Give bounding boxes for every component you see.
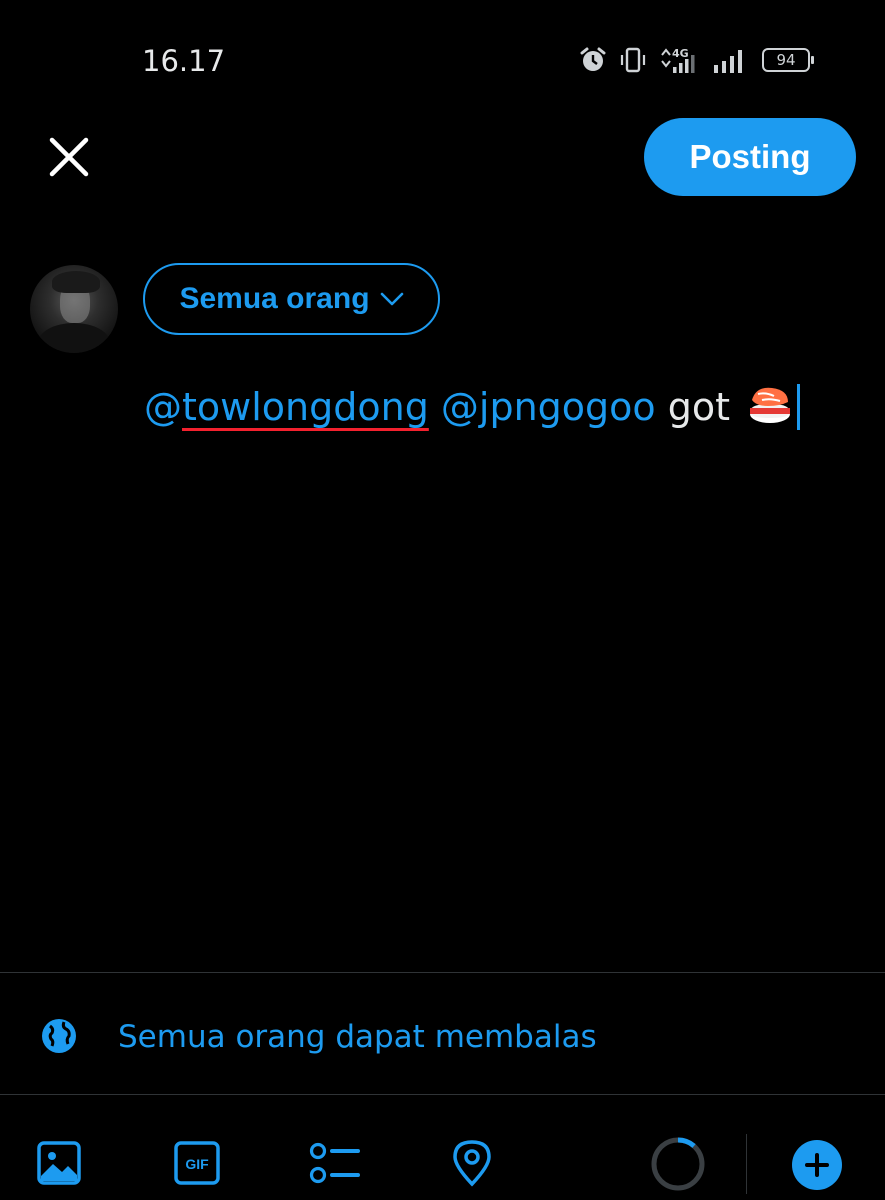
status-bar: 16.17 4G 94 <box>0 0 885 120</box>
progress-ring-icon <box>651 1137 705 1191</box>
sushi-emoji <box>750 387 791 423</box>
image-icon <box>37 1141 81 1185</box>
audience-label: Semua orang <box>179 282 370 315</box>
add-location-button[interactable] <box>450 1138 494 1193</box>
compose-word: got <box>667 385 731 429</box>
gif-label: GIF <box>185 1156 209 1172</box>
mention-towlongdong[interactable]: towlongdong <box>182 385 429 429</box>
signal-4g-icon: 4G <box>661 47 695 73</box>
network-type-label: 4G <box>672 47 689 60</box>
poll-icon <box>309 1142 360 1184</box>
chevron-down-icon <box>380 292 403 306</box>
character-count-ring <box>650 1136 706 1197</box>
avatar[interactable] <box>30 265 118 353</box>
signal-icon <box>714 50 742 73</box>
add-thread-icon <box>792 1140 842 1190</box>
alarm-icon <box>580 47 606 71</box>
globe-icon <box>42 1019 76 1053</box>
close-button[interactable] <box>44 132 94 182</box>
reply-setting-label: Semua orang dapat membalas <box>118 1019 597 1055</box>
status-time: 16.17 <box>142 44 226 78</box>
toolbar-separator <box>746 1134 747 1194</box>
close-icon <box>49 137 89 177</box>
add-image-button[interactable] <box>36 1140 82 1191</box>
post-button[interactable]: Posting <box>644 118 856 196</box>
compose-toolbar <box>0 1095 885 1200</box>
reply-setting-button[interactable]: Semua orang dapat membalas <box>0 973 885 1095</box>
status-icons: 4G 94 <box>578 44 814 76</box>
audience-selector-button[interactable]: Semua orang <box>143 263 440 335</box>
gif-icon: GIF <box>174 1141 220 1185</box>
location-icon <box>453 1140 491 1187</box>
compose-text-area[interactable]: @towlongdong @jpngogoo got <box>144 378 801 432</box>
mention-at-sign: @ <box>144 385 182 429</box>
add-poll-button[interactable] <box>308 1140 360 1191</box>
battery-level: 94 <box>776 51 796 69</box>
mention-jpngogoo[interactable]: @jpngogoo <box>441 385 656 429</box>
battery-icon: 94 <box>762 48 814 72</box>
add-thread-button[interactable] <box>791 1139 843 1196</box>
text-cursor <box>797 384 801 430</box>
vibrate-icon <box>620 47 646 73</box>
add-gif-button[interactable]: GIF <box>173 1140 221 1191</box>
